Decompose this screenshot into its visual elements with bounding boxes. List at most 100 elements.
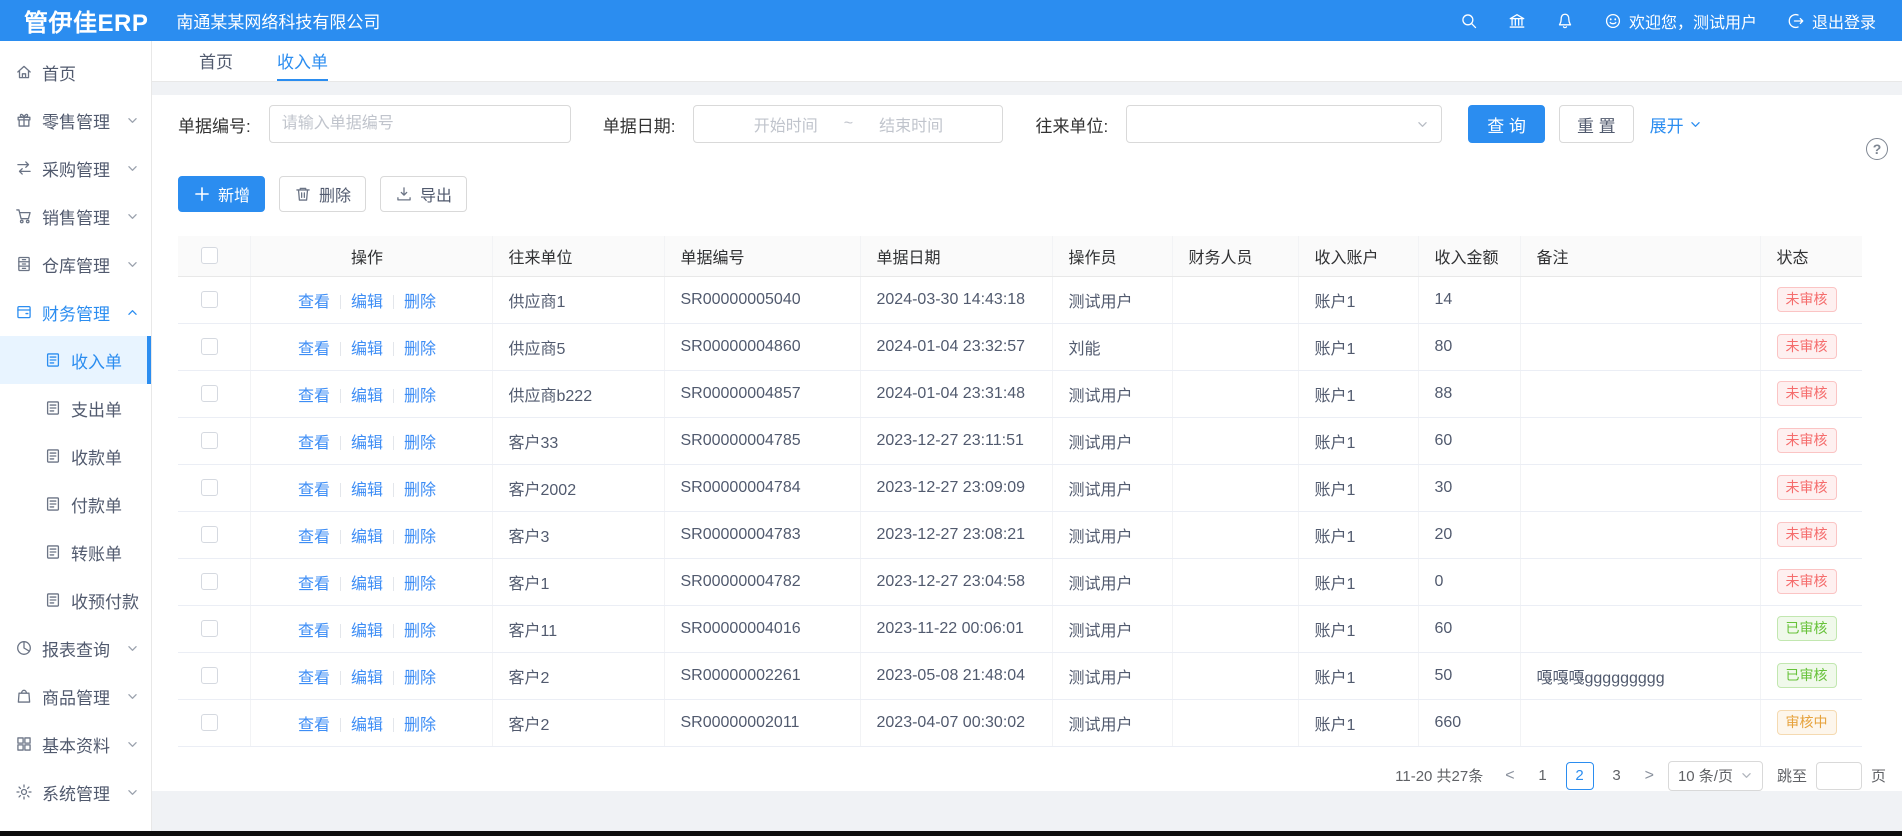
- help-icon[interactable]: ?: [1866, 138, 1888, 160]
- date-start-placeholder: 开始时间: [754, 112, 818, 136]
- sidebar-item-finance[interactable]: 财务管理: [0, 288, 151, 336]
- row-action-delete[interactable]: 删除: [404, 670, 436, 687]
- row-action-delete[interactable]: 删除: [404, 388, 436, 405]
- row-checkbox[interactable]: [201, 573, 218, 590]
- row-checkbox[interactable]: [201, 479, 218, 496]
- row-checkbox[interactable]: [201, 338, 218, 355]
- sidebar-item-goods[interactable]: 商品管理: [0, 672, 151, 720]
- row-action-delete[interactable]: 删除: [404, 482, 436, 499]
- row-action-edit[interactable]: 编辑: [351, 623, 383, 640]
- row-action-edit[interactable]: 编辑: [351, 529, 383, 546]
- export-button[interactable]: 导出: [380, 176, 467, 212]
- column-header: 财务人员: [1172, 236, 1298, 276]
- sidebar-item-home[interactable]: 首页: [0, 48, 151, 96]
- row-action-delete[interactable]: 删除: [404, 529, 436, 546]
- row-action-view[interactable]: 查看: [298, 529, 330, 546]
- prev-page-button[interactable]: <: [1500, 767, 1519, 785]
- row-checkbox[interactable]: [201, 714, 218, 731]
- sidebar-item-basic[interactable]: 基本资料: [0, 720, 151, 768]
- row-action-edit[interactable]: 编辑: [351, 341, 383, 358]
- row-action-edit[interactable]: 编辑: [351, 388, 383, 405]
- logout-button[interactable]: 退出登录: [1787, 9, 1876, 33]
- row-action-edit[interactable]: 编辑: [351, 482, 383, 499]
- next-page-button[interactable]: >: [1640, 767, 1659, 785]
- row-checkbox[interactable]: [201, 432, 218, 449]
- sidebar-subitem-income-bill[interactable]: 收入单: [0, 336, 151, 384]
- sidebar-item-purchase[interactable]: 采购管理: [0, 144, 151, 192]
- page-button-1[interactable]: 1: [1529, 762, 1557, 790]
- row-action-edit[interactable]: 编辑: [351, 717, 383, 734]
- bank-icon[interactable]: [1508, 12, 1526, 30]
- row-action-view[interactable]: 查看: [298, 341, 330, 358]
- bill-no-input[interactable]: [269, 105, 571, 143]
- partner-select[interactable]: [1126, 105, 1442, 143]
- row-action-delete[interactable]: 删除: [404, 341, 436, 358]
- row-action-view[interactable]: 查看: [298, 670, 330, 687]
- add-button[interactable]: 新增: [178, 176, 265, 212]
- sidebar-item-label: 基本资料: [42, 732, 110, 757]
- row-action-edit[interactable]: 编辑: [351, 670, 383, 687]
- row-action-delete[interactable]: 删除: [404, 623, 436, 640]
- row-action-view[interactable]: 查看: [298, 623, 330, 640]
- row-action-delete[interactable]: 删除: [404, 435, 436, 452]
- date-range-picker[interactable]: 开始时间 ~ 结束时间: [693, 105, 1003, 143]
- purchase-icon: [15, 159, 33, 177]
- row-action-delete[interactable]: 删除: [404, 576, 436, 593]
- expand-link[interactable]: 展开: [1650, 112, 1702, 137]
- bell-icon[interactable]: [1556, 12, 1574, 30]
- row-checkbox[interactable]: [201, 385, 218, 402]
- warehouse-icon: [15, 255, 33, 273]
- delete-button[interactable]: 删除: [279, 176, 366, 212]
- page-button-2[interactable]: 2: [1566, 762, 1594, 790]
- row-checkbox[interactable]: [201, 667, 218, 684]
- status-badge: 未审核: [1777, 522, 1837, 548]
- sidebar-item-report[interactable]: 报表查询: [0, 624, 151, 672]
- page-size-select[interactable]: 10 条/页: [1668, 761, 1763, 791]
- sidebar-item-system[interactable]: 系统管理: [0, 768, 151, 816]
- row-action-view[interactable]: 查看: [298, 294, 330, 311]
- sidebar-subitem-advance-bill[interactable]: 收预付款: [0, 576, 151, 624]
- cell-remark: [1520, 558, 1760, 605]
- cell-income-amount: 30: [1418, 464, 1520, 511]
- cell-finance-staff: [1172, 605, 1298, 652]
- page-button-3[interactable]: 3: [1603, 762, 1631, 790]
- row-action-delete[interactable]: 删除: [404, 294, 436, 311]
- row-checkbox[interactable]: [201, 526, 218, 543]
- row-action-view[interactable]: 查看: [298, 576, 330, 593]
- cell-operator: 测试用户: [1052, 511, 1172, 558]
- reset-button[interactable]: 重 置: [1559, 105, 1634, 143]
- goods-icon: [15, 687, 33, 705]
- row-action-edit[interactable]: 编辑: [351, 435, 383, 452]
- row-action-edit[interactable]: 编辑: [351, 294, 383, 311]
- select-all-checkbox[interactable]: [201, 247, 218, 264]
- sidebar-subitem-transfer-bill[interactable]: 转账单: [0, 528, 151, 576]
- tab-home[interactable]: 首页: [199, 41, 233, 81]
- tab-income-bill[interactable]: 收入单: [277, 41, 328, 81]
- sidebar-item-warehouse[interactable]: 仓库管理: [0, 240, 151, 288]
- row-action-view[interactable]: 查看: [298, 482, 330, 499]
- row-action-edit[interactable]: 编辑: [351, 576, 383, 593]
- row-action-delete[interactable]: 删除: [404, 717, 436, 734]
- sidebar-subitem-payment-bill[interactable]: 付款单: [0, 480, 151, 528]
- column-header: 单据日期: [860, 236, 1052, 276]
- jump-page-input[interactable]: [1816, 762, 1862, 790]
- sidebar-subitem-receipt-bill[interactable]: 收款单: [0, 432, 151, 480]
- row-action-view[interactable]: 查看: [298, 388, 330, 405]
- cell-bill-date: 2023-12-27 23:08:21: [860, 511, 1052, 558]
- search-button[interactable]: 查 询: [1468, 105, 1545, 143]
- bill-date-label: 单据日期:: [603, 112, 676, 137]
- sidebar-item-retail[interactable]: 零售管理: [0, 96, 151, 144]
- row-checkbox[interactable]: [201, 291, 218, 308]
- row-checkbox[interactable]: [201, 620, 218, 637]
- sidebar-item-label: 商品管理: [42, 684, 110, 709]
- row-action-view[interactable]: 查看: [298, 435, 330, 452]
- sidebar-item-sales[interactable]: 销售管理: [0, 192, 151, 240]
- status-badge: 已审核: [1777, 616, 1837, 642]
- cell-income-account: 账户1: [1298, 558, 1418, 605]
- search-icon[interactable]: [1460, 12, 1478, 30]
- welcome-user[interactable]: 欢迎您，测试用户: [1604, 9, 1757, 33]
- cell-operator: 测试用户: [1052, 652, 1172, 699]
- row-action-view[interactable]: 查看: [298, 717, 330, 734]
- chevron-down-icon: [126, 162, 139, 175]
- sidebar-subitem-expense-bill[interactable]: 支出单: [0, 384, 151, 432]
